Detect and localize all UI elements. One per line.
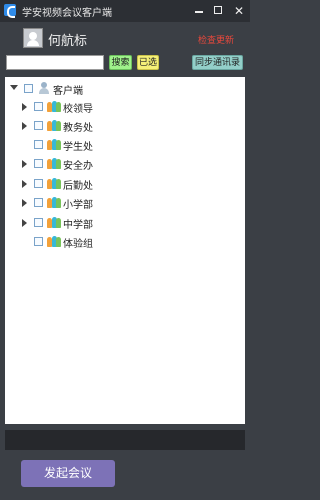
user-avatar[interactable] xyxy=(23,28,43,48)
chevron-right-icon[interactable] xyxy=(22,219,27,227)
tree-item[interactable]: 学生处 xyxy=(5,137,240,153)
selected-button[interactable]: 已选 xyxy=(137,55,159,70)
check-update-link[interactable]: 检查更新 xyxy=(198,33,234,46)
close-button[interactable]: ✕ xyxy=(232,4,246,18)
tree-item[interactable]: 小学部 xyxy=(5,195,240,211)
tree-item[interactable]: 教务处 xyxy=(5,118,240,134)
chevron-right-icon[interactable] xyxy=(22,180,27,188)
tree-checkbox[interactable] xyxy=(34,198,43,207)
chevron-right-icon[interactable] xyxy=(22,199,27,207)
start-meeting-button[interactable]: 发起会议 xyxy=(21,460,115,487)
group-icon xyxy=(47,235,61,247)
tree-item-label: 教务处 xyxy=(63,123,93,134)
tree-checkbox[interactable] xyxy=(34,121,43,130)
user-name: 何航标 xyxy=(48,34,88,49)
maximize-icon xyxy=(214,6,222,14)
search-input[interactable] xyxy=(6,55,104,70)
tree-item[interactable]: 后勤处 xyxy=(5,176,240,192)
tree-item-label: 安全办 xyxy=(63,161,93,172)
sync-contacts-button[interactable]: 同步通讯录 xyxy=(192,55,243,70)
chevron-down-icon[interactable] xyxy=(10,85,18,90)
tree-checkbox[interactable] xyxy=(34,102,43,111)
chevron-right-icon[interactable] xyxy=(22,103,27,111)
tree-item-label: 后勤处 xyxy=(63,181,93,192)
tree-item-label: 体验组 xyxy=(63,239,93,250)
chevron-right-icon[interactable] xyxy=(22,122,27,130)
tree-item-label: 校领导 xyxy=(63,104,93,115)
close-icon: ✕ xyxy=(233,4,245,18)
tree-checkbox[interactable] xyxy=(34,237,43,246)
title-bar: 学安视频会议客户端 ✕ xyxy=(0,0,250,22)
chevron-right-icon[interactable] xyxy=(22,160,27,168)
group-icon xyxy=(47,138,61,150)
minimize-icon xyxy=(195,11,203,13)
group-icon xyxy=(47,100,61,112)
tree-item[interactable]: 安全办 xyxy=(5,156,240,172)
contact-tree: 客户端 校领导 教务处 学生处 安全办 后勤处 小学部 中学部 体验组 xyxy=(5,77,245,424)
window-title: 学安视频会议客户端 xyxy=(22,8,112,19)
tree-item[interactable]: 中学部 xyxy=(5,215,240,231)
search-button[interactable]: 搜索 xyxy=(109,55,132,70)
status-bar xyxy=(5,430,245,450)
tree-checkbox[interactable] xyxy=(24,84,33,93)
minimize-button[interactable] xyxy=(192,4,206,18)
tree-item-label: 学生处 xyxy=(63,142,93,153)
maximize-button[interactable] xyxy=(212,4,226,18)
tree-checkbox[interactable] xyxy=(34,218,43,227)
tree-checkbox[interactable] xyxy=(34,140,43,149)
group-icon xyxy=(47,177,61,189)
tree-item[interactable]: 校领导 xyxy=(5,99,240,115)
tree-item[interactable]: 体验组 xyxy=(5,234,240,250)
group-icon xyxy=(47,157,61,169)
tree-root-label: 客户端 xyxy=(53,86,83,97)
tree-checkbox[interactable] xyxy=(34,159,43,168)
tree-root[interactable]: 客户端 xyxy=(5,81,240,97)
group-icon xyxy=(47,196,61,208)
tree-item-label: 小学部 xyxy=(63,200,93,211)
group-icon xyxy=(47,216,61,228)
tree-checkbox[interactable] xyxy=(34,179,43,188)
client-icon xyxy=(38,82,50,94)
app-logo-icon xyxy=(4,4,16,18)
tree-item-label: 中学部 xyxy=(63,220,93,231)
group-icon xyxy=(47,119,61,131)
